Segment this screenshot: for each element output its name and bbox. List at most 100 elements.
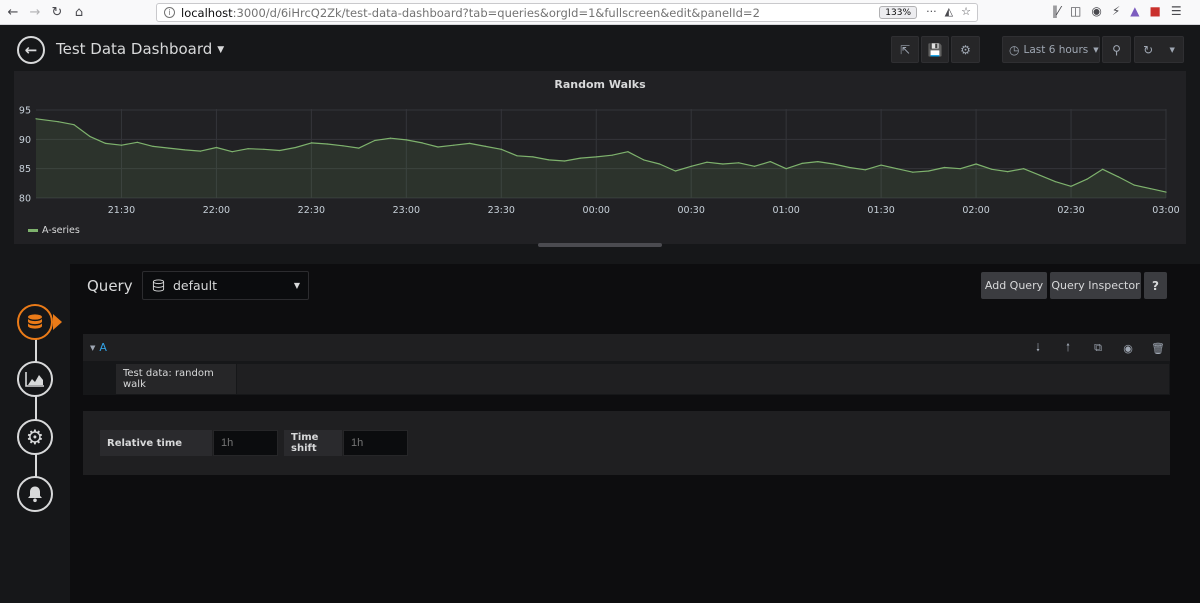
move-down-button[interactable]: 🠓 [1031, 341, 1045, 355]
info-icon[interactable]: i [164, 7, 175, 18]
forward-arrow-icon[interactable]: → [26, 3, 44, 21]
shield-icon[interactable]: ■ [1150, 4, 1161, 18]
browser-toolbar: ← → ↻ ⌂ i localhost:3000/d/6iHrcQ2Zk/tes… [0, 0, 1200, 25]
general-settings-tab[interactable]: ⚙ [17, 419, 53, 455]
database-icon [28, 314, 42, 329]
x-tick-label: 00:00 [583, 205, 610, 216]
graph-chart: 95 90 85 80 21:30 22:00 22:30 23:00 23:30 00:00 00… [19, 106, 1180, 217]
series-point [231, 151, 233, 153]
settings-button[interactable]: ⚙ [951, 36, 980, 63]
query-inspector-button[interactable]: Query Inspector [1050, 272, 1141, 299]
x-tick-label: 00:30 [678, 205, 705, 216]
visualization-tab[interactable] [17, 361, 53, 397]
x-tick-label: 23:30 [488, 205, 515, 216]
library-icon[interactable]: ‖⁄ [1052, 4, 1060, 18]
back-arrow-icon[interactable]: ← [4, 3, 22, 21]
search-icon: ⚲ [1112, 42, 1121, 57]
toggle-visibility-button[interactable]: ◉ [1121, 341, 1135, 355]
more-icon[interactable]: ··· [926, 5, 937, 18]
url-bar[interactable]: i localhost:3000/d/6iHrcQ2Zk/test-data-d… [156, 3, 978, 22]
series-point [1086, 178, 1088, 180]
series-point [263, 148, 265, 150]
y-tick-label: 80 [19, 194, 31, 205]
x-tick-label: 03:00 [1152, 205, 1179, 216]
time-shift-input[interactable] [343, 430, 408, 456]
series-point [1007, 171, 1009, 173]
series-point [295, 146, 297, 149]
relative-time-input[interactable] [213, 430, 278, 456]
panel-resize-handle[interactable] [538, 243, 662, 247]
active-tab-arrow [53, 314, 62, 330]
panel-title[interactable]: Random Walks [14, 78, 1186, 91]
caret-down-icon: ▼ [293, 281, 300, 290]
series-point [200, 150, 202, 152]
series-point [564, 160, 566, 162]
home-icon[interactable]: ⌂ [70, 3, 88, 21]
back-button[interactable]: ← [17, 36, 45, 64]
move-up-button[interactable]: 🠑 [1061, 341, 1075, 355]
copy-icon: ⧉ [1094, 341, 1102, 354]
series-point [326, 143, 328, 145]
y-tick-label: 85 [19, 164, 31, 175]
series-point [801, 162, 803, 164]
arrow-down-icon: 🠓 [1036, 340, 1040, 354]
queries-tab[interactable] [17, 304, 53, 340]
series-point [690, 165, 692, 167]
series-point [168, 147, 170, 149]
pocket-icon[interactable]: ◭ [945, 5, 953, 18]
extension-icon[interactable]: ⚡ [1112, 4, 1120, 18]
privacy-icon[interactable]: ▲ [1130, 4, 1139, 18]
bell-icon [28, 486, 42, 503]
x-tick-label: 02:30 [1057, 205, 1084, 216]
series-point [769, 161, 771, 163]
time-picker-button[interactable]: ◷ Last 6 hours ▼ [1002, 36, 1100, 63]
series-point [279, 149, 281, 152]
gear-icon: ⚙ [960, 42, 971, 57]
zoom-out-button[interactable]: ⚲ [1102, 36, 1131, 63]
series-point [548, 159, 550, 161]
duplicate-query-button[interactable]: ⧉ [1091, 341, 1105, 355]
scenario-select[interactable]: Test data: random walk [116, 364, 236, 394]
series-point [35, 118, 37, 120]
series-point [532, 156, 534, 158]
series-point [89, 135, 91, 137]
query-row-toggle[interactable]: ▼ A [90, 341, 107, 354]
dashboard-title[interactable]: Test Data Dashboard ▼ [56, 40, 224, 58]
series-point [627, 151, 629, 153]
arrow-up-icon: 🠑 [1066, 340, 1070, 354]
series-point [833, 163, 835, 165]
x-tick-label: 01:00 [772, 205, 799, 216]
series-point [1070, 185, 1072, 187]
bookmark-star-icon[interactable]: ☆ [961, 5, 971, 18]
datasource-select[interactable]: default ▼ [142, 271, 309, 300]
zoom-badge[interactable]: 133% [879, 6, 917, 19]
series-point [184, 149, 186, 151]
series-point [864, 169, 866, 171]
help-button[interactable]: ? [1144, 272, 1167, 299]
sidebar-icon[interactable]: ◫ [1070, 4, 1081, 18]
series-point [389, 137, 392, 139]
legend-item[interactable]: A-series [28, 225, 80, 236]
menu-icon[interactable]: ☰ [1171, 4, 1182, 18]
x-tick-label: 22:00 [203, 205, 230, 216]
series-point [120, 144, 123, 146]
x-tick-label: 02:00 [962, 205, 989, 216]
series-point [310, 142, 312, 144]
save-button[interactable]: 💾 [921, 36, 949, 63]
series-point [1133, 184, 1135, 186]
x-tick-label: 21:30 [108, 205, 135, 216]
series-point [722, 163, 724, 165]
alert-tab[interactable] [17, 476, 53, 512]
series-point [928, 170, 930, 172]
reload-icon[interactable]: ↻ [48, 3, 66, 21]
share-button[interactable]: ⇱ [891, 36, 919, 63]
refresh-button[interactable]: ↻ ▼ [1134, 36, 1184, 63]
caret-down-icon: ▼ [1169, 45, 1175, 54]
caret-down-icon: ▼ [217, 44, 225, 55]
series-point [706, 161, 708, 163]
account-icon[interactable]: ◉ [1091, 4, 1101, 18]
series-point [215, 146, 217, 149]
add-query-button[interactable]: Add Query [981, 272, 1047, 299]
series-point [896, 168, 898, 170]
remove-query-button[interactable]: 🗑 [1151, 341, 1165, 355]
